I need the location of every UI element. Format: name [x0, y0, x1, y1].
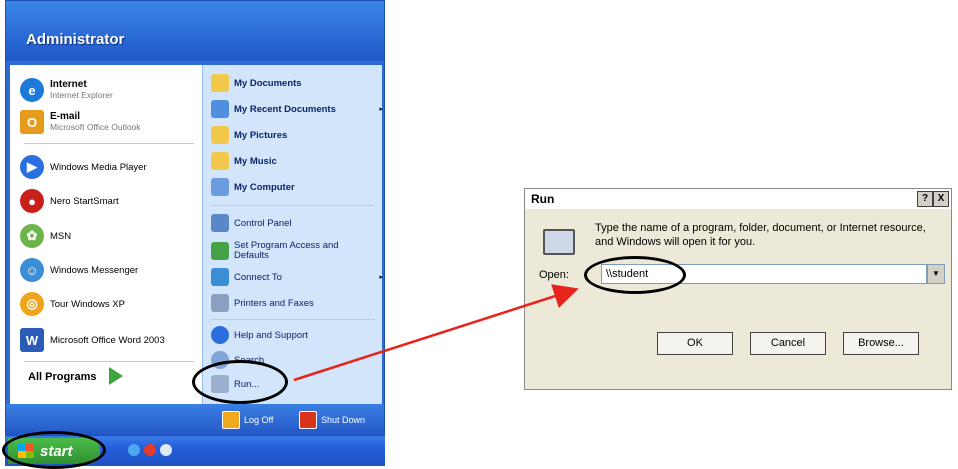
annotation-arrow	[293, 284, 579, 382]
red-arrow-line	[293, 284, 579, 382]
